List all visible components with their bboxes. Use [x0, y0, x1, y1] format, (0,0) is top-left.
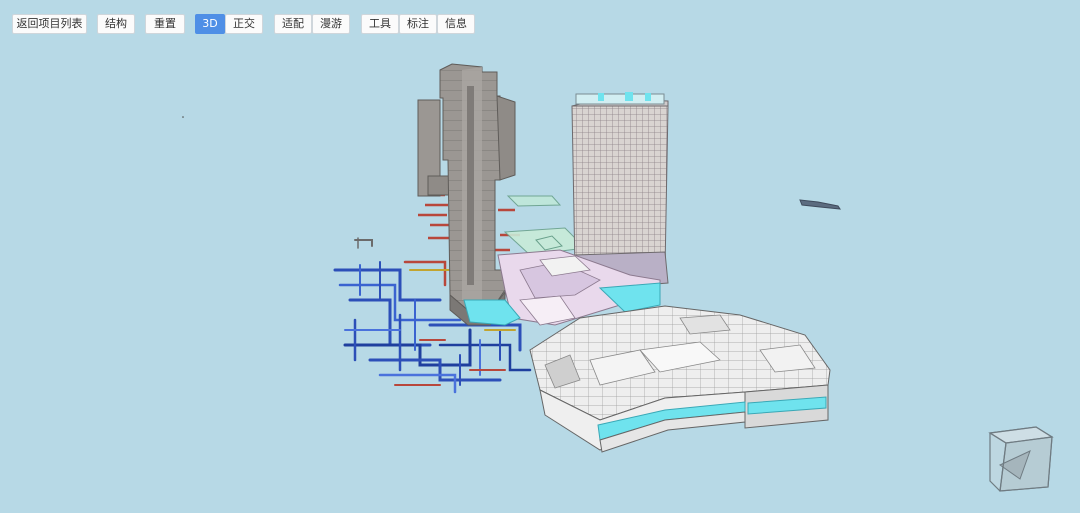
bim-viewer: 返回项目列表 结构 重置 3D 正交 适配 漫游 工具 标注 信息	[0, 0, 1080, 513]
toolbar: 返回项目列表 结构 重置 3D 正交 适配 漫游 工具 标注 信息	[0, 0, 1080, 40]
roam-button[interactable]: 漫游	[312, 14, 350, 34]
annotate-button[interactable]: 标注	[399, 14, 437, 34]
fit-button[interactable]: 适配	[274, 14, 312, 34]
view-cube-icon[interactable]	[986, 425, 1056, 495]
back-to-project-list-button[interactable]: 返回项目列表	[12, 14, 87, 34]
model-viewport[interactable]	[0, 0, 1080, 513]
tools-button[interactable]: 工具	[361, 14, 399, 34]
view-3d-button[interactable]: 3D	[195, 14, 225, 34]
left-tower	[417, 63, 516, 326]
structure-button[interactable]: 结构	[97, 14, 135, 34]
podium-roof	[529, 305, 831, 453]
orthographic-button[interactable]: 正交	[225, 14, 263, 34]
reset-button[interactable]: 重置	[145, 14, 185, 34]
info-button[interactable]: 信息	[437, 14, 475, 34]
floating-slabs	[503, 195, 587, 256]
